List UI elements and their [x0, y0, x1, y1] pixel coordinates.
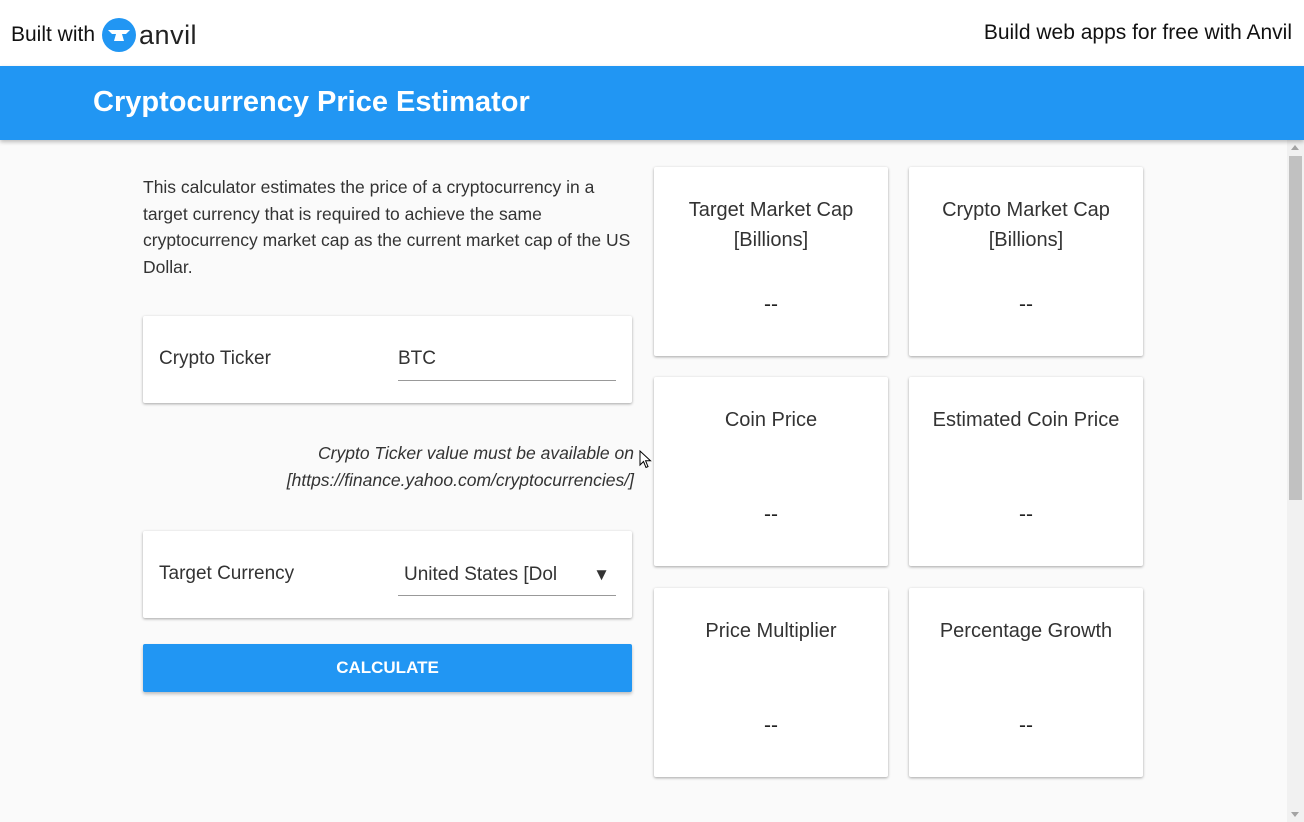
crypto-ticker-card: Crypto Ticker BTC [143, 316, 632, 403]
calculate-button[interactable]: CALCULATE [143, 644, 632, 692]
crypto-ticker-label: Crypto Ticker [159, 348, 271, 369]
scroll-down-arrow-icon[interactable] [1291, 812, 1299, 817]
built-with-text: Built with [11, 23, 96, 46]
crypto-ticker-value: BTC [398, 348, 436, 369]
scroll-up-arrow-icon[interactable] [1291, 145, 1299, 150]
anvil-banner: Built with anvil Build web apps for free… [0, 0, 1304, 66]
crypto-ticker-input[interactable]: BTC [398, 342, 616, 381]
stat-card-percentage-growth: Percentage Growth -- [909, 588, 1143, 777]
stat-value: -- [764, 714, 778, 737]
stat-card-target-market-cap: Target Market Cap [Billions] -- [654, 167, 888, 356]
promo-link[interactable]: Build web apps for free with Anvil [984, 21, 1292, 45]
anvil-logo-icon [102, 18, 137, 52]
target-currency-select[interactable]: United States [Dol ▼ [398, 557, 616, 596]
target-currency-label: Target Currency [159, 563, 295, 584]
stat-value: -- [1019, 503, 1033, 526]
stat-card-coin-price: Coin Price -- [654, 377, 888, 566]
app-header: Cryptocurrency Price Estimator [0, 66, 1304, 140]
stat-value: -- [764, 503, 778, 526]
stat-label: Price Multiplier [705, 620, 837, 642]
stat-value: -- [1019, 293, 1033, 316]
stat-card-price-multiplier: Price Multiplier -- [654, 588, 888, 777]
stat-label: Crypto Market Cap [Billions] [942, 199, 1110, 251]
ticker-hint-text: Crypto Ticker value must be available on… [286, 443, 634, 490]
stat-value: -- [1019, 714, 1033, 737]
stat-value: -- [764, 293, 778, 316]
page-title: Cryptocurrency Price Estimator [93, 86, 530, 118]
anvil-wordmark: anvil [139, 19, 198, 50]
stat-card-estimated-coin-price: Estimated Coin Price -- [909, 377, 1143, 566]
vertical-scrollbar[interactable] [1287, 140, 1304, 822]
description-text: This calculator estimates the price of a… [143, 177, 631, 277]
stat-label: Percentage Growth [939, 620, 1113, 642]
mouse-cursor-icon [639, 450, 652, 469]
stat-label: Target Market Cap [Billions] [688, 199, 854, 251]
target-currency-card: Target Currency United States [Dol ▼ [143, 531, 632, 618]
target-currency-selected: United States [Dol [404, 564, 558, 585]
scrollbar-thumb[interactable] [1289, 156, 1302, 500]
stat-label: Coin Price [724, 409, 818, 431]
dropdown-caret-icon: ▼ [593, 565, 610, 584]
stat-label: Estimated Coin Price [932, 409, 1120, 431]
built-with-anvil-link[interactable]: Built with anvil [11, 18, 197, 52]
stat-card-crypto-market-cap: Crypto Market Cap [Billions] -- [909, 167, 1143, 356]
